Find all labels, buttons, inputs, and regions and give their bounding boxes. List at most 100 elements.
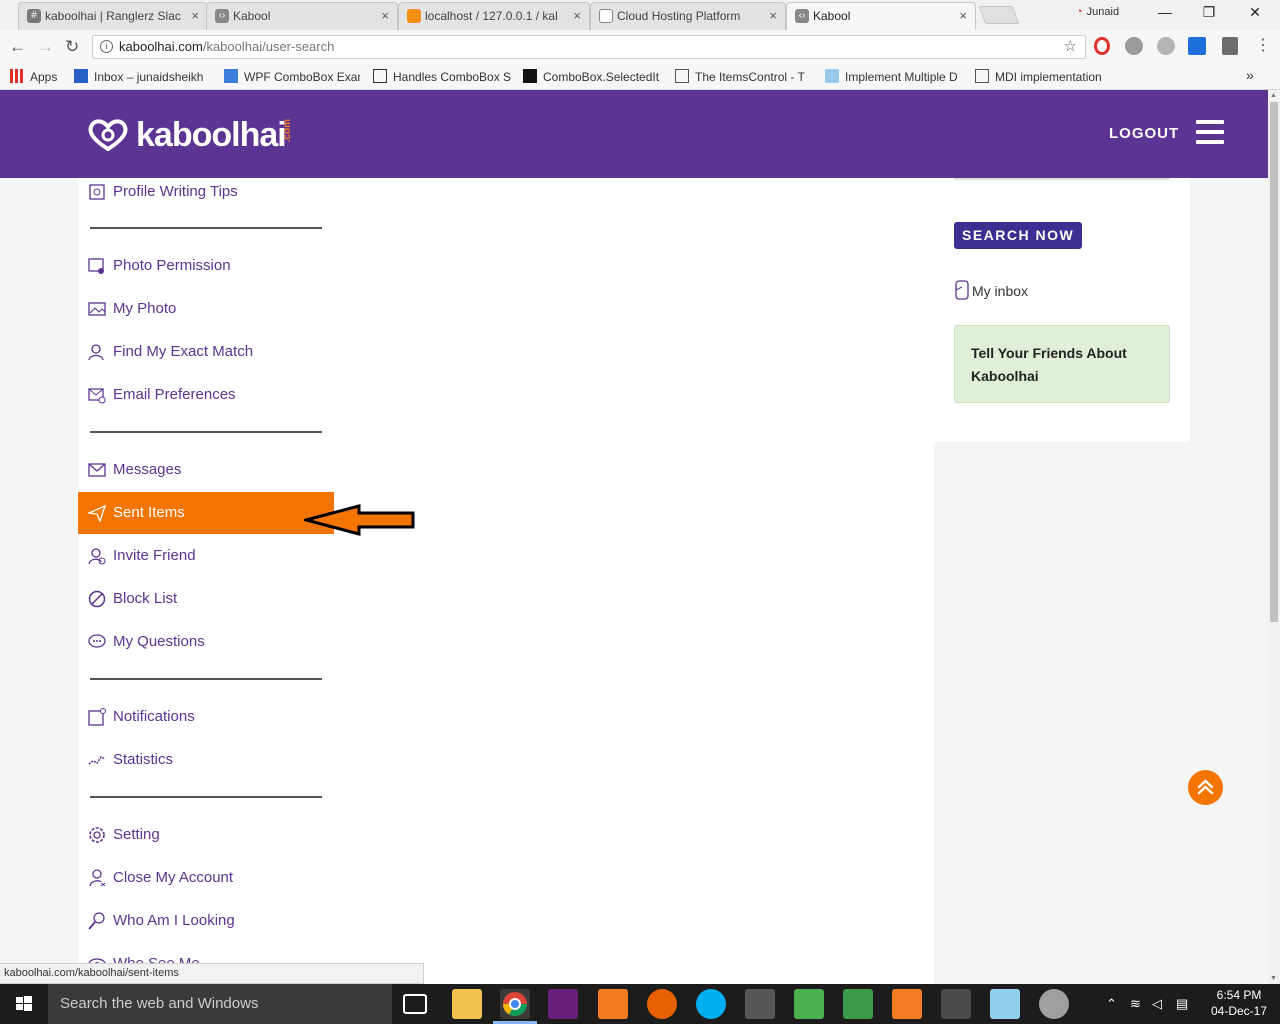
profile-button[interactable]: ◔ Junaid: [1076, 6, 1119, 18]
scroll-down-arrow-icon[interactable]: ▼: [1270, 975, 1277, 982]
bookmark-star-icon[interactable]: ☆: [1064, 36, 1077, 58]
close-window-button[interactable]: ✕: [1240, 4, 1270, 21]
page-scrollbar[interactable]: ▲ ▼: [1268, 90, 1280, 984]
menu-dots-icon[interactable]: ⋮: [1254, 37, 1272, 55]
volume-icon[interactable]: ◁: [1152, 996, 1162, 1012]
pdf-tool-icon[interactable]: [598, 989, 628, 1019]
reload-icon[interactable]: ↻: [65, 37, 79, 57]
bookmark-wpf-combobox[interactable]: WPF ComboBox Exan: [224, 69, 360, 84]
windows-taskbar: Search the web and Windows ⌃ ≋ ◁ ▤ 6:54 …: [0, 984, 1280, 1024]
extension-icon[interactable]: [1125, 37, 1143, 55]
url-path: /kaboolhai/user-search: [202, 39, 335, 54]
task-view-icon[interactable]: [403, 994, 427, 1014]
scroll-to-top-button[interactable]: [1188, 770, 1223, 805]
firefox-icon[interactable]: [647, 989, 677, 1019]
my-inbox-link[interactable]: My inbox: [954, 280, 1028, 300]
bookmark-implement-multiple[interactable]: Implement Multiple D: [825, 69, 961, 84]
eyedropper-icon[interactable]: [1222, 37, 1238, 55]
bookmark-handles-combobox[interactable]: Handles ComboBox S: [373, 69, 511, 84]
sidebar-item-notifications[interactable]: Notifications: [78, 696, 334, 738]
chrome-taskbar-button[interactable]: [500, 989, 530, 1019]
sidebar-item-photo-permission[interactable]: Photo Permission: [78, 245, 334, 287]
browser-tab-3[interactable]: localhost / 127.0.0.1 / kal ×: [398, 2, 590, 30]
search-now-button[interactable]: SEARCH NOW: [954, 222, 1083, 249]
scroll-up-arrow-icon[interactable]: ▲: [1270, 92, 1277, 99]
tab-title: kaboolhai | Ranglerz Slac: [45, 9, 181, 23]
tray-chevron-up-icon[interactable]: ⌃: [1106, 996, 1117, 1012]
photo-permission-icon: [88, 258, 104, 274]
tell-friends-box[interactable]: Tell Your Friends About Kaboolhai: [954, 325, 1170, 403]
bookmark-apps[interactable]: Apps: [10, 69, 66, 84]
sublime-text-icon[interactable]: [941, 989, 971, 1019]
sidebar-item-profile-writing-tips[interactable]: Profile Writing Tips: [78, 178, 334, 213]
address-bar[interactable]: i kaboolhai.com/kaboolhai/user-search ☆: [92, 35, 1086, 59]
close-icon[interactable]: ×: [959, 3, 967, 29]
browser-tab-5-active[interactable]: ‹› Kabool ×: [786, 2, 976, 30]
sheets-icon[interactable]: [843, 989, 873, 1019]
status-bar-url: kaboolhai.com/kaboolhai/sent-items: [0, 963, 424, 984]
close-icon[interactable]: ×: [381, 3, 389, 29]
more-bookmarks-button[interactable]: »: [1246, 67, 1254, 83]
new-extension-icon[interactable]: [1188, 37, 1206, 55]
doc-icon: [373, 69, 387, 83]
wifi-icon[interactable]: ≋: [1130, 996, 1141, 1012]
browser-tab-4[interactable]: Cloud Hosting Platform ×: [590, 2, 786, 30]
writing-tips-icon: [89, 184, 105, 200]
tools-icon[interactable]: [745, 989, 775, 1019]
notepad-icon[interactable]: [794, 989, 824, 1019]
start-button[interactable]: [0, 984, 48, 1024]
profile-icon: ◔: [1076, 6, 1083, 18]
opera-icon[interactable]: [1094, 37, 1110, 55]
sidebar-item-sent-items[interactable]: Sent Items: [78, 492, 334, 534]
visual-studio-icon[interactable]: [548, 989, 578, 1019]
bookmark-inbox[interactable]: Inbox – junaidsheikh: [74, 69, 214, 84]
sidebar-item-block-list[interactable]: Block List: [78, 578, 334, 620]
new-tab-button[interactable]: [978, 6, 1020, 24]
profile-name: Junaid: [1086, 6, 1120, 18]
puzzle-icon: [825, 69, 839, 83]
info-icon[interactable]: i: [100, 40, 113, 53]
hamburger-menu-icon[interactable]: [1196, 120, 1224, 144]
system-clock[interactable]: 6:54 PM 04-Dec-17: [1204, 987, 1274, 1019]
browser-tab-bar: # kaboolhai | Ranglerz Slac × ‹› Kabool …: [0, 0, 1280, 30]
restore-button[interactable]: ❐: [1194, 4, 1224, 21]
phpmyadmin-icon: [407, 9, 421, 23]
sidebar-item-my-photo[interactable]: My Photo: [78, 288, 334, 330]
bookmarks-bar: Apps Inbox – junaidsheikh WPF ComboBox E…: [0, 64, 1280, 90]
close-icon[interactable]: ×: [573, 3, 581, 29]
logout-link[interactable]: LOGOUT: [1109, 125, 1179, 142]
close-icon[interactable]: ×: [191, 3, 199, 29]
logo-heart-icon: [88, 119, 128, 151]
sidebar-item-statistics[interactable]: Statistics: [78, 739, 334, 781]
paint-icon[interactable]: [1039, 989, 1069, 1019]
bookmark-mdi[interactable]: MDI implementation: [975, 69, 1111, 84]
editor-icon[interactable]: [990, 989, 1020, 1019]
sidebar-item-setting[interactable]: Setting: [78, 814, 334, 856]
browser-tab-2[interactable]: ‹› Kabool ×: [206, 2, 398, 30]
forward-arrow-icon[interactable]: →: [37, 37, 54, 57]
sidebar-item-who-am-i-looking[interactable]: Who Am I Looking: [78, 900, 334, 942]
windows-icon: [224, 69, 238, 83]
scrollbar-thumb[interactable]: [1270, 102, 1278, 622]
tab-title: Cloud Hosting Platform: [617, 9, 741, 23]
sidebar-item-find-my-exact-match[interactable]: Find My Exact Match: [78, 331, 334, 373]
sidebar-item-close-my-account[interactable]: Close My Account: [78, 857, 334, 899]
browser-tab-1[interactable]: # kaboolhai | Ranglerz Slac ×: [18, 2, 208, 30]
sidebar-item-messages[interactable]: Messages: [78, 449, 334, 491]
globe-icon[interactable]: [1157, 37, 1175, 55]
xampp-icon[interactable]: [892, 989, 922, 1019]
clock-date: 04-Dec-17: [1210, 1004, 1268, 1018]
skype-icon[interactable]: [696, 989, 726, 1019]
notifications-center-icon[interactable]: ▤: [1176, 996, 1188, 1012]
bookmark-itemscontrol[interactable]: The ItemsControl - T: [675, 69, 813, 84]
file-explorer-icon[interactable]: [452, 989, 482, 1019]
sidebar-item-invite-friend[interactable]: Invite Friend: [78, 535, 334, 577]
close-icon[interactable]: ×: [769, 3, 777, 29]
menu-divider: [90, 678, 322, 680]
sidebar-item-email-preferences[interactable]: Email Preferences: [78, 374, 334, 416]
minimize-button[interactable]: —: [1150, 4, 1180, 20]
sidebar-item-my-questions[interactable]: My Questions: [78, 621, 334, 663]
bookmark-combobox-selected[interactable]: ComboBox.SelectedIt: [523, 69, 661, 84]
back-arrow-icon[interactable]: ←: [9, 37, 26, 57]
taskbar-search-box[interactable]: Search the web and Windows: [48, 984, 392, 1024]
